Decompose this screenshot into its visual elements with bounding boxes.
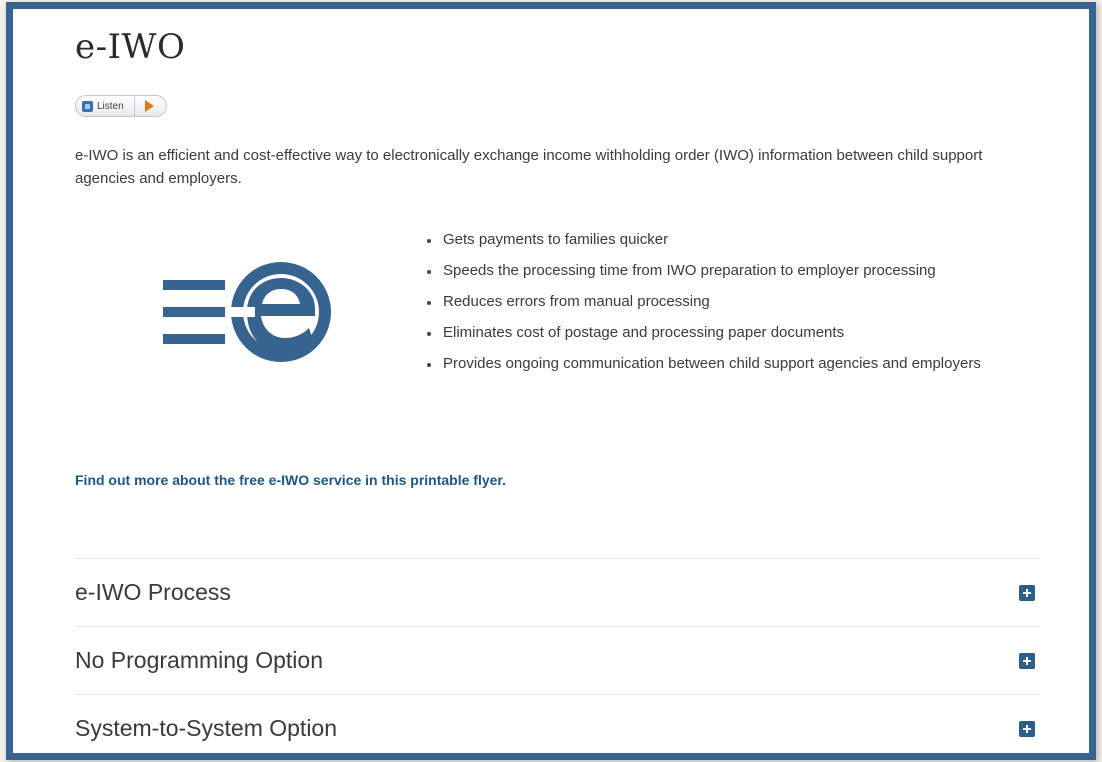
accordion-item-no-programming-option[interactable]: No Programming Option bbox=[75, 626, 1039, 694]
accordion-title: No Programming Option bbox=[75, 647, 323, 673]
flyer-link[interactable]: Find out more about the free e-IWO servi… bbox=[75, 472, 506, 488]
listen-control[interactable]: Listen bbox=[76, 96, 135, 116]
list-item: Provides ongoing communication between c… bbox=[425, 353, 1015, 375]
listen-label: Listen bbox=[97, 100, 124, 112]
logo-bar-middle bbox=[163, 307, 217, 317]
accordion-title: System-to-System Option bbox=[75, 715, 338, 741]
logo-gap bbox=[225, 307, 255, 317]
intro-paragraph: e-IWO is an efficient and cost-effective… bbox=[75, 147, 983, 187]
logo-bar-link bbox=[217, 307, 225, 317]
play-icon[interactable] bbox=[144, 100, 154, 112]
benefits-list: Gets payments to families quicker Speeds… bbox=[425, 229, 1015, 384]
page-title: e-IWO bbox=[75, 27, 186, 67]
accordion: e-IWO Process No Programming Option Syst… bbox=[75, 558, 1039, 762]
accordion-item-system-to-system-option[interactable]: System-to-System Option bbox=[75, 694, 1039, 762]
list-item: Reduces errors from manual processing bbox=[425, 291, 1015, 313]
plus-icon[interactable] bbox=[1019, 584, 1035, 601]
speaker-icon bbox=[82, 100, 93, 112]
logo-bar-bottom bbox=[163, 334, 225, 344]
plus-icon[interactable] bbox=[1019, 720, 1035, 737]
content-frame: e-IWO Listen e-IWO is an efficient and c… bbox=[6, 2, 1096, 760]
accordion-title: e-IWO Process bbox=[75, 579, 231, 605]
listen-button[interactable]: Listen bbox=[75, 95, 167, 117]
e-iwo-logo bbox=[163, 262, 331, 362]
list-item: Eliminates cost of postage and processin… bbox=[425, 322, 1015, 344]
accordion-item-e-iwo-process[interactable]: e-IWO Process bbox=[75, 558, 1039, 626]
list-item: Gets payments to families quicker bbox=[425, 229, 1015, 251]
plus-icon[interactable] bbox=[1019, 652, 1035, 669]
list-item: Speeds the processing time from IWO prep… bbox=[425, 260, 1015, 282]
logo-bar-top bbox=[163, 280, 225, 290]
